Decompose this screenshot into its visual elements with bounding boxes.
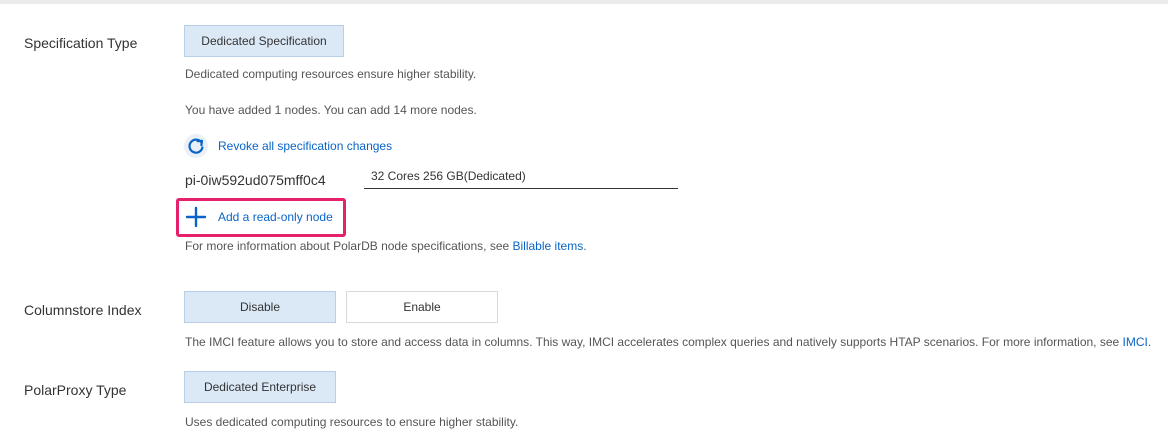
imci-description-text: The IMCI feature allows you to store and… [185,335,1123,349]
billable-items-link[interactable]: Billable items [513,239,584,253]
billable-info-suffix: . [583,239,587,253]
node-spec-select[interactable]: 32 Cores 256 GB(Dedicated) [364,163,678,189]
spec-type-label: Specification Type [24,35,138,51]
add-read-only-node-button[interactable]: Add a read-only node [184,204,333,230]
node-spec-value: 32 Cores 256 GB(Dedicated) [371,168,526,183]
polarproxy-type-label: PolarProxy Type [24,382,127,398]
billable-info: For more information about PolarDB node … [185,239,587,253]
refresh-icon [184,134,208,158]
dedicated-enterprise-button[interactable]: Dedicated Enterprise [184,371,336,403]
disable-button[interactable]: Disable [184,291,336,323]
plus-icon [185,206,207,228]
billable-info-text: For more information about PolarDB node … [185,239,513,253]
top-divider [0,0,1168,4]
add-read-only-node-label: Add a read-only node [218,210,333,224]
columnstore-index-label: Columnstore Index [24,302,142,318]
revoke-changes-label: Revoke all specification changes [218,139,393,153]
spec-type-description: Dedicated computing resources ensure hig… [185,67,477,81]
nodes-count-info: You have added 1 nodes. You can add 14 m… [185,103,477,117]
imci-description: The IMCI feature allows you to store and… [185,335,1151,349]
imci-description-suffix: . [1147,335,1152,349]
enable-button[interactable]: Enable [346,291,498,323]
dedicated-specification-button[interactable]: Dedicated Specification [184,25,344,57]
node-id: pi-0iw592ud075mff0c4 [185,172,326,188]
imci-link[interactable]: IMCI [1123,335,1148,349]
revoke-changes-link[interactable]: Revoke all specification changes [184,133,392,159]
polarproxy-description: Uses dedicated computing resources to en… [185,415,519,429]
